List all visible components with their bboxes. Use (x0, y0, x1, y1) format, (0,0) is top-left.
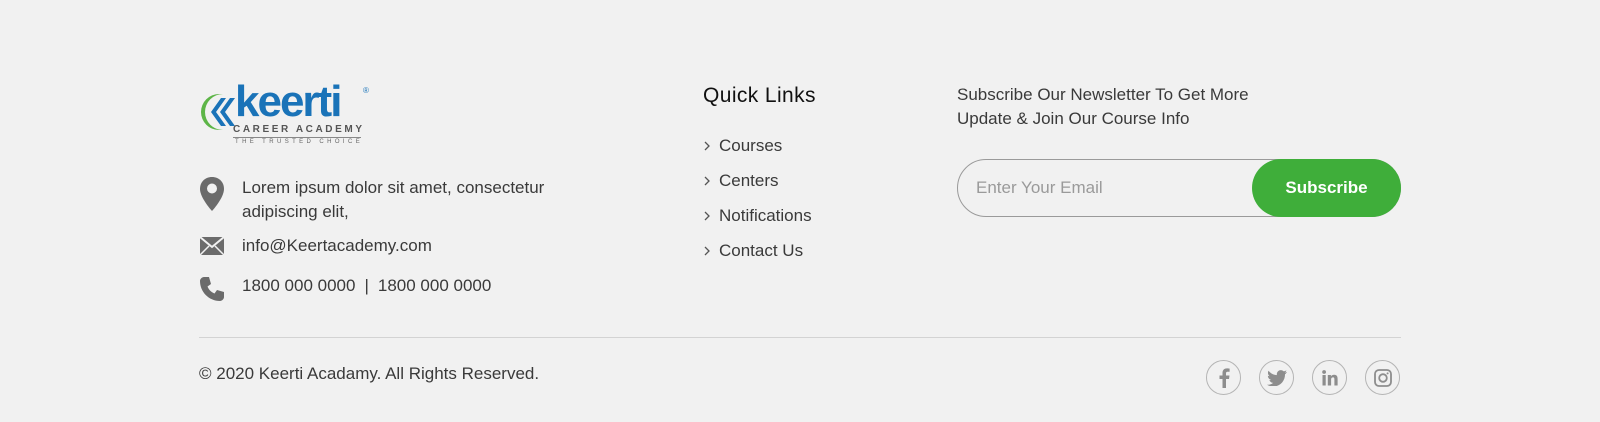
phone-numbers: 1800 000 0000 | 1800 000 0000 (242, 274, 491, 298)
phone-icon (199, 276, 225, 302)
logo-divider (233, 137, 361, 138)
address-text: Lorem ipsum dolor sit amet, consectetur … (242, 176, 544, 224)
location-pin-icon (199, 176, 225, 212)
phone-number-2[interactable]: 1800 000 0000 (378, 276, 491, 295)
quick-link-centers[interactable]: Centers (703, 163, 812, 198)
logo-tagline: THE TRUSTED CHOICE (235, 139, 364, 145)
subscribe-button[interactable]: Subscribe (1252, 159, 1401, 217)
phone-separator: | (364, 276, 369, 295)
brand-logo[interactable]: keerti ® CAREER ACADEMY THE TRUSTED CHOI… (199, 78, 371, 148)
newsletter-text-line-2: Update & Join Our Course Info (957, 109, 1190, 128)
site-footer: keerti ® CAREER ACADEMY THE TRUSTED CHOI… (0, 0, 1600, 422)
twitter-icon[interactable] (1259, 360, 1294, 395)
logo-wordmark: keerti (235, 77, 342, 126)
envelope-icon (199, 236, 225, 256)
address-line-2: adipiscing elit, (242, 202, 349, 221)
quick-link-courses[interactable]: Courses (703, 128, 812, 163)
contact-address: Lorem ipsum dolor sit amet, consectetur … (199, 176, 544, 221)
facebook-icon[interactable] (1206, 360, 1241, 395)
newsletter-email-input[interactable] (976, 160, 1246, 216)
contact-phone: 1800 000 0000 | 1800 000 0000 (199, 276, 491, 302)
address-line-1: Lorem ipsum dolor sit amet, consectetur (242, 178, 545, 197)
quick-link-label: Notifications (719, 205, 812, 225)
newsletter-form: Subscribe (957, 159, 1401, 217)
chevron-right-icon (703, 210, 719, 222)
quick-link-label: Centers (719, 170, 779, 190)
instagram-icon[interactable] (1365, 360, 1400, 395)
logo-subtitle: CAREER ACADEMY (233, 124, 365, 135)
chevron-right-icon (703, 175, 719, 187)
quick-link-contact-us[interactable]: Contact Us (703, 233, 812, 268)
quick-links-list: Courses Centers Notifications Contact Us (703, 128, 812, 268)
quick-links-title: Quick Links (703, 84, 816, 107)
email-link[interactable]: info@Keertacademy.com (242, 234, 432, 258)
newsletter-text-line-1: Subscribe Our Newsletter To Get More (957, 85, 1249, 104)
chevron-right-icon (703, 140, 719, 152)
contact-email: info@Keertacademy.com (199, 236, 432, 256)
copyright-text: © 2020 Keerti Acadamy. All Rights Reserv… (199, 364, 540, 383)
newsletter-description: Subscribe Our Newsletter To Get More Upd… (957, 83, 1297, 131)
quick-link-label: Contact Us (719, 240, 804, 260)
quick-link-notifications[interactable]: Notifications (703, 198, 812, 233)
phone-number-1[interactable]: 1800 000 0000 (242, 276, 355, 295)
social-links (1206, 360, 1400, 395)
quick-link-label: Courses (719, 135, 783, 155)
chevron-right-icon (703, 245, 719, 257)
logo-registered-mark: ® (363, 86, 369, 95)
linkedin-icon[interactable] (1312, 360, 1347, 395)
footer-divider (199, 337, 1401, 338)
